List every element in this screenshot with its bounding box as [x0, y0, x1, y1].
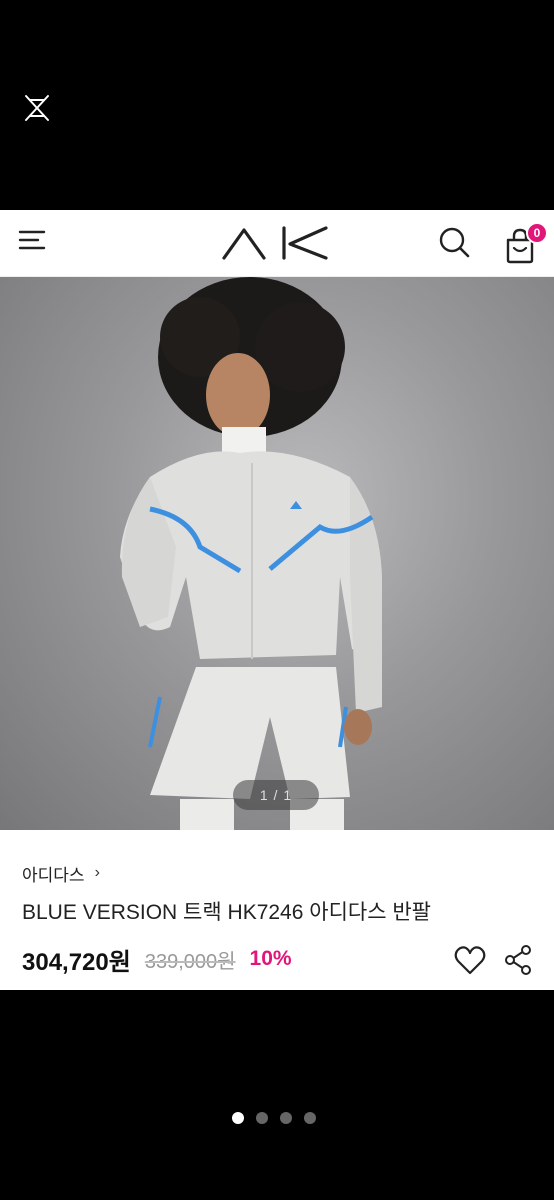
brand-name: 아디다스 [22, 865, 85, 885]
page-dot-3[interactable] [280, 1112, 292, 1124]
wishlist-button[interactable] [452, 942, 488, 978]
discount-rate: 10% [249, 947, 292, 970]
page-dot-1[interactable] [232, 1112, 244, 1124]
search-button[interactable] [438, 226, 470, 258]
image-viewer: 0 1 / 1 아디다스 › BLUE VERSION 트랙 HK7246 아디… [0, 0, 554, 1200]
product-photo[interactable]: 1 / 1 [0, 277, 554, 830]
menu-button[interactable] [18, 226, 48, 256]
cart-button[interactable]: 0 [504, 222, 550, 264]
page-dot-2[interactable] [256, 1112, 268, 1124]
chevron-right-icon: › [94, 864, 100, 881]
product-screenshot: 0 1 / 1 아디다스 › BLUE VERSION 트랙 HK7246 아디… [0, 210, 554, 990]
share-button[interactable] [500, 942, 536, 978]
page-dot-4[interactable] [304, 1112, 316, 1124]
search-icon [439, 227, 470, 258]
brand-logo[interactable] [220, 220, 332, 266]
price-row: 304,720원 339,000원 10% [22, 942, 532, 976]
top-header: 0 [0, 210, 554, 277]
product-title: BLUE VERSION 트랙 HK7246 아디다스 반팔 [22, 901, 431, 924]
image-counter: 1 / 1 [233, 780, 319, 810]
original-price: 339,000원 [144, 950, 236, 973]
cart-count-badge: 0 [526, 222, 548, 244]
share-icon [505, 945, 531, 975]
sale-price: 304,720원 [22, 948, 131, 976]
ak-logo [222, 226, 328, 260]
close-x-icon [25, 95, 49, 121]
brand-link[interactable]: 아디다스 › [22, 862, 532, 885]
heart-icon [454, 946, 486, 975]
page-indicator [232, 1112, 316, 1124]
hamburger-icon [18, 230, 46, 250]
close-button[interactable] [22, 90, 52, 126]
model-jacket-illustration [120, 277, 382, 830]
product-info: 아디다스 › BLUE VERSION 트랙 HK7246 아디다스 반팔 30… [0, 862, 554, 976]
